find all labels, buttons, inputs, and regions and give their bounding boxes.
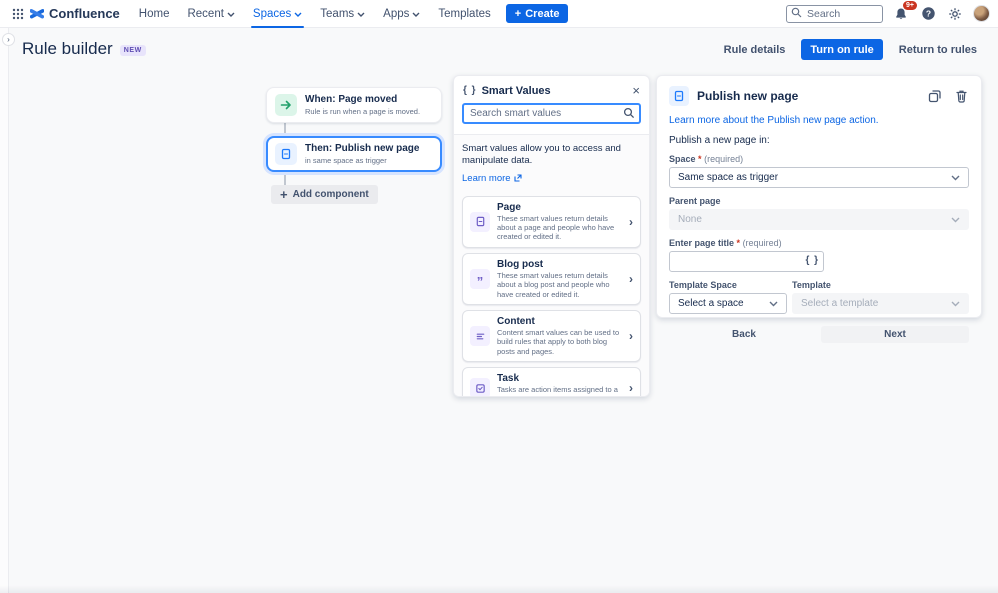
smart-value-item-page[interactable]: Page These smart values return details a… (462, 196, 641, 248)
chevron-right-icon: › (629, 215, 633, 229)
top-nav: Confluence Home Recent Spaces Teams Apps… (0, 0, 998, 28)
flow-connector (284, 172, 286, 185)
chevron-down-icon (294, 12, 302, 17)
parent-page-field-label: Parent page (669, 196, 969, 206)
smart-values-learn-more-link[interactable]: Learn more (462, 173, 522, 184)
page-icon (275, 143, 297, 165)
help-button[interactable]: ? (919, 5, 937, 23)
confluence-brand[interactable]: Confluence (30, 6, 120, 21)
chevron-right-icon: › (7, 35, 10, 44)
gear-icon (948, 7, 962, 21)
create-button[interactable]: + Create (506, 4, 569, 23)
rule-flow: When: Page moved Rule is run when a page… (266, 87, 442, 204)
chevron-down-icon (769, 301, 778, 307)
external-link-icon (514, 174, 522, 182)
question-icon: ? (921, 6, 936, 21)
search-icon (791, 7, 802, 18)
nav-item-teams[interactable]: Teams (311, 0, 374, 28)
nav-item-templates[interactable]: Templates (429, 0, 499, 28)
turn-on-rule-button[interactable]: Turn on rule (801, 39, 882, 60)
brand-name: Confluence (49, 6, 120, 21)
delete-button[interactable] (953, 88, 969, 104)
plus-icon: + (515, 8, 521, 20)
publish-new-page-panel: Publish new page Learn more about the Pu… (656, 75, 982, 318)
collapsed-sidebar (0, 28, 9, 593)
smart-value-item-task[interactable]: Task Tasks are action items assigned to … (462, 367, 641, 396)
chevron-right-icon: › (629, 381, 633, 395)
checkbox-icon (470, 378, 490, 396)
rule-builder-canvas: › Rule builder NEW Rule details Turn on … (0, 28, 998, 593)
nav-item-home[interactable]: Home (130, 0, 179, 28)
search-icon (623, 107, 635, 119)
parent-page-select[interactable]: None (669, 209, 969, 230)
smart-value-item-content[interactable]: Content Content smart values can be used… (462, 310, 641, 362)
next-button[interactable]: Next (821, 326, 969, 343)
action-title: Then: Publish new page (305, 143, 419, 154)
svg-text:?: ? (925, 9, 930, 19)
smart-value-braces-icon[interactable]: { } (805, 255, 819, 266)
page-title: Rule builder (22, 39, 113, 59)
nav-item-apps[interactable]: Apps (374, 0, 429, 28)
chevron-down-icon (227, 12, 235, 17)
expand-sidebar-button[interactable]: › (2, 33, 15, 46)
chevron-down-icon (357, 12, 365, 17)
trash-icon (955, 89, 968, 103)
duplicate-icon (928, 89, 942, 103)
template-select[interactable]: Select a template (792, 293, 969, 314)
space-select[interactable]: Same space as trigger (669, 167, 969, 188)
confluence-logo-icon (30, 7, 44, 20)
align-left-icon (470, 326, 490, 346)
page-icon (470, 212, 490, 232)
smart-values-panel: { } Smart Values × Smart values allow yo… (453, 75, 650, 397)
template-space-field-label: Template Space (669, 280, 787, 290)
notifications-button[interactable]: 9+ (892, 5, 910, 23)
user-avatar[interactable] (973, 5, 990, 22)
chevron-right-icon: › (629, 272, 633, 286)
quote-icon: ” (470, 269, 490, 289)
nav-item-spaces[interactable]: Spaces (244, 0, 311, 28)
close-icon[interactable]: × (632, 84, 640, 97)
smart-values-search-input[interactable] (462, 103, 641, 124)
smart-values-intro: Smart values allow you to access and man… (462, 143, 641, 168)
chevron-down-icon (951, 301, 960, 307)
panel-title: Publish new page (697, 89, 798, 103)
app-switcher-icon[interactable] (8, 4, 28, 24)
duplicate-button[interactable] (927, 88, 943, 104)
plus-icon: + (280, 190, 288, 200)
chevron-down-icon (951, 175, 960, 181)
trigger-title: When: Page moved (305, 94, 420, 105)
chevron-down-icon (412, 12, 420, 17)
global-search (786, 4, 883, 23)
notification-badge: 9+ (903, 1, 917, 10)
trigger-subtitle: Rule is run when a page is moved. (305, 107, 420, 116)
page-title-input[interactable] (669, 251, 824, 272)
page-icon (669, 86, 689, 106)
new-badge: NEW (120, 45, 146, 56)
action-subtitle: in same space as trigger (305, 156, 419, 165)
rule-details-button[interactable]: Rule details (715, 39, 795, 60)
trigger-card-page-moved[interactable]: When: Page moved Rule is run when a page… (266, 87, 442, 123)
smart-values-title: Smart Values (482, 85, 551, 97)
page-title-field-label: Enter page title * (required) (669, 238, 969, 248)
chevron-down-icon (951, 217, 960, 223)
action-card-publish-new-page[interactable]: Then: Publish new page in same space as … (266, 136, 442, 172)
chevron-right-icon: › (629, 329, 633, 343)
trigger-arrow-icon (275, 94, 297, 116)
flow-connector (284, 123, 286, 136)
settings-button[interactable] (946, 5, 964, 23)
braces-icon: { } (463, 85, 477, 96)
template-field-label: Template (792, 280, 969, 290)
return-to-rules-button[interactable]: Return to rules (890, 39, 986, 60)
space-field-label: Space * (required) (669, 154, 969, 164)
back-button[interactable]: Back (669, 326, 819, 343)
nav-item-recent[interactable]: Recent (178, 0, 243, 28)
smart-value-item-blog-post[interactable]: ” Blog post These smart values return de… (462, 253, 641, 305)
learn-more-link[interactable]: Learn more about the Publish new page ac… (669, 115, 969, 126)
panel-intro: Publish a new page in: (669, 135, 969, 146)
template-space-select[interactable]: Select a space (669, 293, 787, 314)
add-component-button[interactable]: + Add component (271, 185, 378, 204)
